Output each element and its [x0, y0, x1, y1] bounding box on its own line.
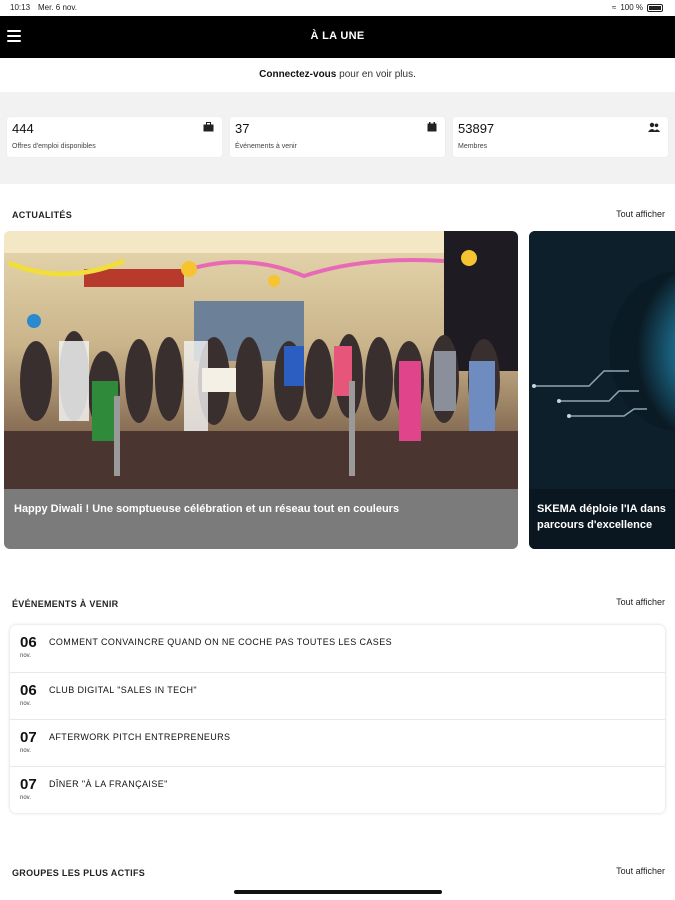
event-row[interactable]: 06 nov. COMMENT CONVAINCRE QUAND ON NE C…: [10, 625, 665, 672]
event-day: 07: [20, 729, 37, 746]
event-row[interactable]: 07 nov. AFTERWORK PITCH ENTREPRENEURS: [10, 719, 665, 767]
stats-section: 444 Offres d'emploi disponibles 37 Événe…: [0, 92, 675, 184]
events-list: 06 nov. COMMENT CONVAINCRE QUAND ON NE C…: [10, 625, 665, 813]
calendar-icon: [427, 122, 437, 134]
battery-label: 100 %: [620, 3, 643, 12]
stat-value: 53897: [458, 121, 495, 136]
status-date: Mer. 6 nov.: [38, 3, 77, 12]
briefcase-icon: [203, 122, 214, 134]
news-card[interactable]: Happy Diwali ! Une somptueuse célébratio…: [4, 231, 518, 549]
login-prompt: Connectez-vous pour en voir plus.: [0, 58, 675, 92]
event-row[interactable]: 07 nov. DÎNER "À LA FRANÇAISE": [10, 766, 665, 813]
event-name: AFTERWORK PITCH ENTREPRENEURS: [49, 732, 231, 742]
event-day: 06: [20, 682, 37, 699]
status-time: 10:13: [10, 3, 31, 12]
event-name: DÎNER "À LA FRANÇAISE": [49, 779, 168, 789]
home-indicator[interactable]: [234, 890, 442, 894]
event-month: nov.: [20, 701, 31, 707]
login-link[interactable]: Connectez-vous: [259, 69, 336, 80]
stat-value: 444: [12, 121, 34, 136]
stat-label: Membres: [458, 143, 488, 150]
event-name: CLUB DIGITAL "SALES IN TECH": [49, 685, 197, 695]
event-month: nov.: [20, 748, 31, 754]
event-day: 07: [20, 776, 37, 793]
news-section-title: ACTUALITÉS: [12, 210, 72, 220]
news-caption: Happy Diwali ! Une somptueuse célébratio…: [4, 489, 518, 549]
battery-icon: [647, 3, 663, 12]
news-see-all-link[interactable]: Tout afficher: [616, 209, 665, 219]
event-month: nov.: [20, 795, 31, 801]
news-photo: [4, 231, 518, 489]
stat-card-events[interactable]: 37 Événements à venir: [230, 117, 445, 157]
events-see-all-link[interactable]: Tout afficher: [616, 597, 665, 607]
groups-see-all-link[interactable]: Tout afficher: [616, 866, 665, 876]
stat-label: Offres d'emploi disponibles: [12, 143, 96, 150]
status-right: ≈ 100 %: [612, 3, 663, 12]
top-bar: À LA UNE: [0, 16, 675, 58]
stat-card-members[interactable]: 53897 Membres: [453, 117, 668, 157]
news-card[interactable]: SKEMA déploie l'IA dans parcours d'excel…: [529, 231, 675, 549]
event-row[interactable]: 06 nov. CLUB DIGITAL "SALES IN TECH": [10, 672, 665, 720]
event-name: COMMENT CONVAINCRE QUAND ON NE COCHE PAS…: [49, 637, 393, 647]
news-caption: SKEMA déploie l'IA dans parcours d'excel…: [529, 489, 675, 549]
status-bar: 10:13 Mer. 6 nov. ≈ 100 %: [0, 0, 675, 16]
news-photo: [529, 231, 675, 489]
members-icon: [648, 122, 660, 134]
wifi-icon: ≈: [611, 3, 617, 12]
event-month: nov.: [20, 653, 31, 659]
groups-section-title: GROUPES LES PLUS ACTIFS: [12, 868, 146, 878]
event-day: 06: [20, 634, 37, 651]
events-section-title: ÉVÉNEMENTS À VENIR: [12, 599, 119, 609]
stat-card-jobs[interactable]: 444 Offres d'emploi disponibles: [7, 117, 222, 157]
page-title: À LA UNE: [310, 30, 365, 42]
login-prompt-text: pour en voir plus.: [336, 69, 416, 80]
stat-label: Événements à venir: [235, 143, 297, 150]
stat-value: 37: [235, 121, 250, 136]
